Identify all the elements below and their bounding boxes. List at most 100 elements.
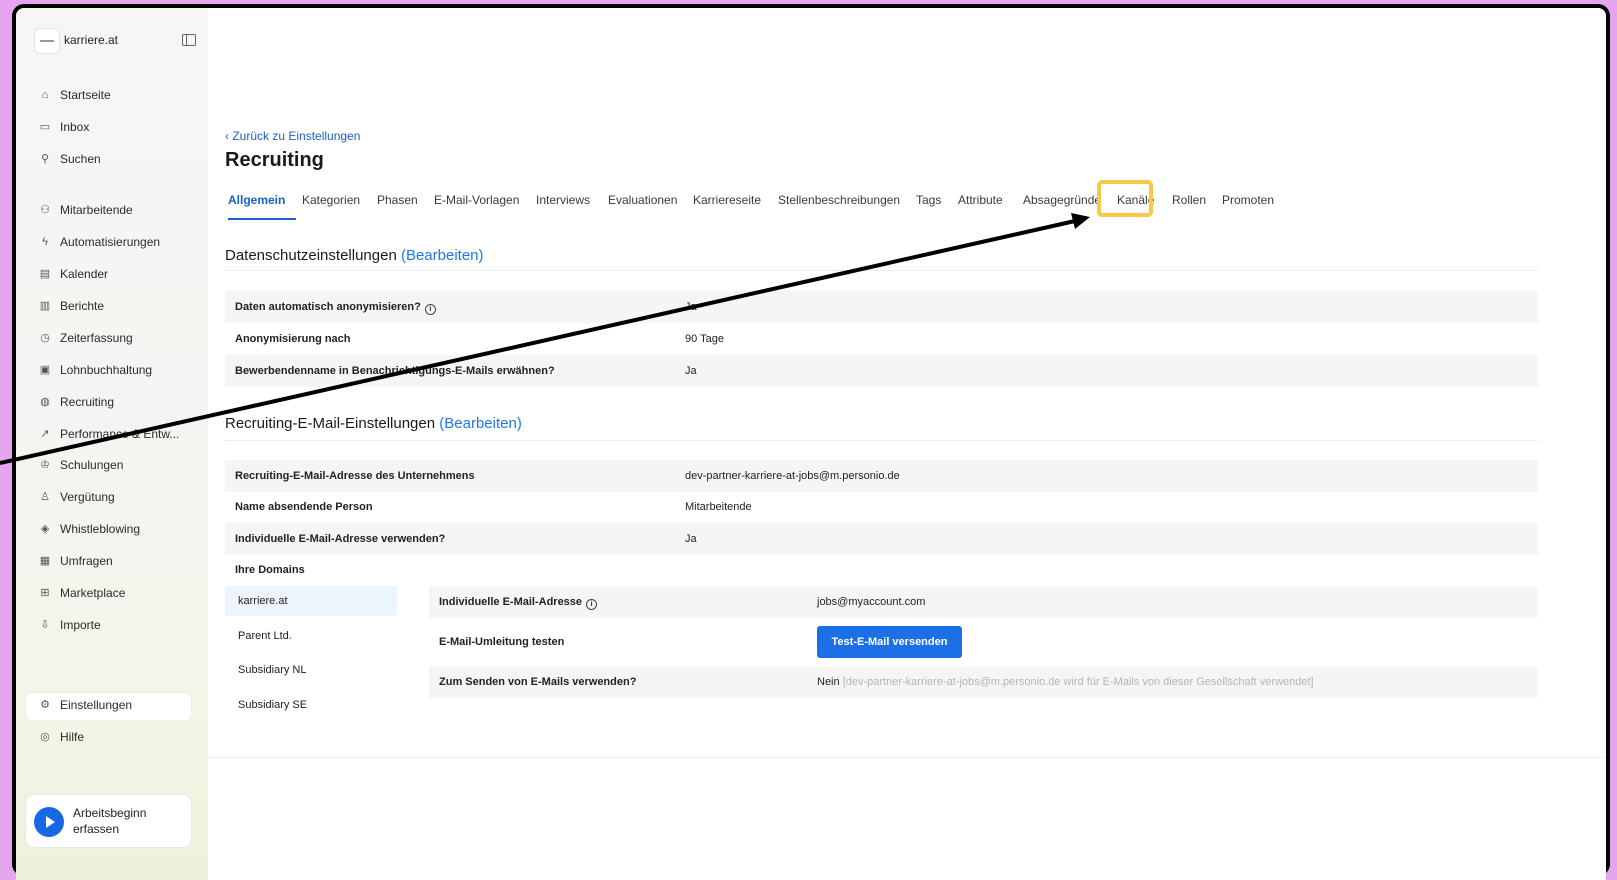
- company-logo: [34, 28, 60, 54]
- domain-item-subsidiary-se[interactable]: Subsidiary SE: [225, 690, 397, 720]
- sidebar-item-label: Einstellungen: [60, 698, 133, 712]
- sidebar-item-suchen[interactable]: ⚲ Suchen: [34, 150, 194, 170]
- performance-icon: ↗: [40, 428, 50, 440]
- row-value: Nein [dev-partner-karriere-at-jobs@m.per…: [817, 676, 1314, 688]
- settings-row: Anonymisierung nach 90 Tage: [225, 323, 1538, 355]
- sidebar-item-label: Marketplace: [60, 586, 126, 600]
- sidebar-item-label: Kalender: [60, 267, 109, 281]
- sidebar-item-umfragen[interactable]: ▦ Umfragen: [34, 552, 194, 572]
- domain-item-karriere[interactable]: karriere.at: [225, 586, 397, 616]
- import-icon: ⇩: [40, 619, 50, 631]
- globe-icon: ◍: [40, 396, 50, 408]
- tab-absagegründe[interactable]: Absagegründe: [1023, 193, 1101, 207]
- sidebar-item-importe[interactable]: ⇩ Importe: [34, 616, 194, 636]
- domain-detail-row: Zum Senden von E-Mails verwenden? Nein […: [429, 666, 1538, 698]
- sidebar: karriere.at ⌂ Startseite ▭ Inbox ⚲ Suchen ⚇ Mit…: [16, 8, 208, 880]
- people-icon: ⚇: [40, 204, 50, 216]
- calendar-icon: ▤: [39, 268, 51, 280]
- sidebar-item-recruiting[interactable]: ◍ Recruiting: [34, 393, 194, 413]
- sidebar-item-label: Startseite: [60, 88, 111, 102]
- tab-karriereseite[interactable]: Karriereseite: [693, 193, 761, 207]
- settings-row: Name absendende Person Mitarbeitende: [225, 491, 1538, 523]
- compensation-icon: ♙: [40, 491, 50, 503]
- start-work-card[interactable]: Arbeitsbeginn erfassen: [26, 795, 191, 847]
- info-icon[interactable]: i: [424, 304, 436, 315]
- sidebar-item-automatisierungen[interactable]: ϟ Automatisierungen: [34, 233, 194, 253]
- sidebar-item-mitarbeitende[interactable]: ⚇ Mitarbeitende: [34, 201, 194, 221]
- sidebar-item-lohnbuchhaltung[interactable]: ▣ Lohnbuchhaltung: [34, 361, 194, 381]
- privacy-section-title: Datenschutzeinstellungen (Bearbeiten): [225, 247, 484, 264]
- sidebar-header: karriere.at: [34, 28, 196, 54]
- row-label: Individuelle E-Mail-Adresse verwenden?: [235, 533, 446, 545]
- sidebar-item-label: Importe: [60, 618, 101, 632]
- settings-row: Recruiting-E-Mail-Adresse des Unternehme…: [225, 460, 1538, 492]
- domain-item-subsidiary-nl[interactable]: Subsidiary NL: [225, 655, 397, 685]
- sidebar-item-startseite[interactable]: ⌂ Startseite: [34, 86, 194, 106]
- help-icon: ◎: [40, 731, 50, 743]
- tab-kategorien[interactable]: Kategorien: [302, 193, 360, 207]
- tab-stellenbeschreibungen[interactable]: Stellenbeschreibungen: [778, 193, 900, 207]
- tab-rollen[interactable]: Rollen: [1172, 193, 1206, 207]
- active-tab-indicator: [228, 218, 296, 220]
- tab-e-mail-vorlagen[interactable]: E-Mail-Vorlagen: [434, 193, 519, 207]
- home-icon: ⌂: [41, 89, 49, 101]
- sidebar-item-label: Berichte: [60, 299, 105, 313]
- sidebar-item-help[interactable]: ◎ Hilfe: [34, 728, 194, 748]
- email-section-title: Recruiting-E-Mail-Einstellungen (Bearbei…: [225, 415, 522, 432]
- sidebar-item-label: Vergütung: [60, 490, 115, 504]
- sidebar-item-kalender[interactable]: ▤ Kalender: [34, 265, 194, 285]
- sidebar-item-settings[interactable]: ⚙ Einstellungen: [34, 696, 194, 716]
- divider: [225, 440, 1538, 441]
- domain-item-parent[interactable]: Parent Ltd.: [225, 621, 397, 651]
- annotation-highlight-box: [1097, 180, 1153, 217]
- sidebar-item-label: Automatisierungen: [60, 235, 161, 249]
- row-value: Ja: [685, 533, 697, 545]
- row-value: 90 Tage: [685, 333, 724, 345]
- bolt-icon: ϟ: [42, 236, 48, 248]
- row-label: E-Mail-Umleitung testen: [439, 636, 565, 648]
- sidebar-item-whistleblowing[interactable]: ◈ Whistleblowing: [34, 520, 194, 540]
- sidebar-item-label: Umfragen: [60, 554, 113, 568]
- sidebar-item-label: Schulungen: [60, 458, 124, 472]
- info-icon[interactable]: i: [586, 599, 598, 610]
- row-label: Name absendende Person: [235, 501, 373, 513]
- company-name[interactable]: karriere.at: [64, 33, 118, 47]
- row-value: dev-partner-karriere-at-jobs@m.personio.…: [685, 470, 900, 482]
- privacy-edit-link[interactable]: (Bearbeiten): [401, 247, 484, 264]
- sidebar-item-marketplace[interactable]: ⊞ Marketplace: [34, 584, 194, 604]
- grid-icon: ⊞: [40, 587, 50, 599]
- sidebar-toggle-icon[interactable]: [182, 34, 196, 46]
- tab-tags[interactable]: Tags: [916, 193, 941, 207]
- app-window: karriere.at ⌂ Startseite ▭ Inbox ⚲ Suchen ⚇ Mit…: [16, 8, 1606, 880]
- tab-phasen[interactable]: Phasen: [377, 193, 418, 207]
- tab-evaluationen[interactable]: Evaluationen: [608, 193, 677, 207]
- settings-row: Bewerbendenname in Benachrichtigungs-E-M…: [225, 355, 1538, 387]
- back-link[interactable]: ‹ Zurück zu Einstellungen: [225, 129, 360, 143]
- sidebar-item-verg-tung[interactable]: ♙ Vergütung: [34, 488, 194, 508]
- sidebar-item-label: Performance & Entw...: [60, 427, 180, 441]
- search-icon: ⚲: [40, 153, 50, 165]
- email-edit-link[interactable]: (Bearbeiten): [439, 415, 522, 432]
- send-test-email-button[interactable]: Test-E-Mail versenden: [817, 626, 962, 658]
- row-label: Individuelle E-Mail-Adresse i: [439, 596, 598, 610]
- tab-promoten[interactable]: Promoten: [1222, 193, 1274, 207]
- play-icon[interactable]: [34, 807, 64, 837]
- sidebar-item-zeiterfassung[interactable]: ◷ Zeiterfassung: [34, 329, 194, 349]
- tab-allgemein[interactable]: Allgemein: [228, 193, 285, 207]
- start-work-label: Arbeitsbeginn erfassen: [73, 806, 147, 836]
- sidebar-item-schulungen[interactable]: ♔ Schulungen: [34, 456, 194, 476]
- domain-detail-row: Individuelle E-Mail-Adresse i jobs@myacco…: [429, 586, 1538, 618]
- sidebar-item-label: Lohnbuchhaltung: [60, 363, 153, 377]
- row-value: Mitarbeitende: [685, 501, 752, 513]
- section-heading: Recruiting-E-Mail-Einstellungen: [225, 415, 436, 432]
- tab-interviews[interactable]: Interviews: [536, 193, 590, 207]
- row-label: Bewerbendenname in Benachrichtigungs-E-M…: [235, 365, 555, 377]
- sidebar-item-performance-entw[interactable]: ↗ Performance & Entw...: [34, 425, 194, 445]
- shield-icon: ◈: [40, 523, 50, 535]
- settings-row: Daten automatisch anonymisieren? i Ja: [225, 291, 1538, 323]
- tab-attribute[interactable]: Attribute: [958, 193, 1003, 207]
- graduation-icon: ♔: [40, 459, 50, 471]
- sidebar-item-berichte[interactable]: ▥ Berichte: [34, 297, 194, 317]
- sidebar-item-inbox[interactable]: ▭ Inbox: [34, 118, 194, 138]
- domains-label: Ihre Domains: [235, 564, 305, 576]
